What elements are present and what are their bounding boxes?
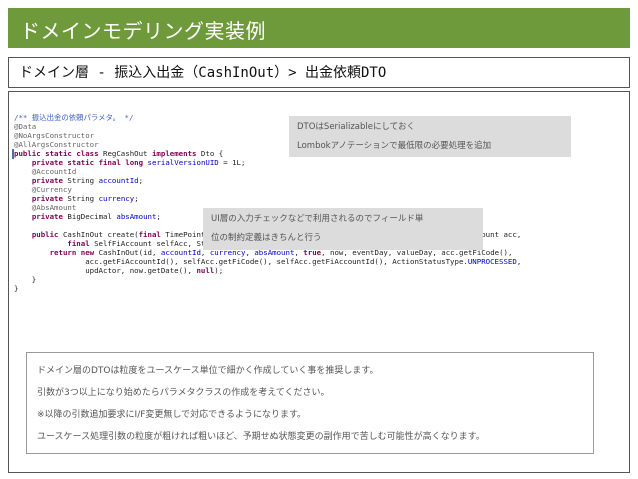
note-line: ※以降の引数追加要求にI/F変更無しで対応できるようになります。 [37,410,307,420]
code-line: @AllArgsConstructor [14,140,99,149]
title-bar: ドメインモデリング実装例 [8,8,630,48]
code-line: private String accountId; [31,176,144,185]
note-line: 引数が3つ以上になり始めたらパラメタクラスの作成を考えてください。 [37,388,330,398]
code-line: private String currency; [31,194,139,203]
code-line: updActor, now.getDate(), null); [14,266,224,275]
callout-serializable: DTOはSerializableにしておく Lombokアノテーションで最低限の… [289,116,571,157]
code-line: @NoArgsConstructor [14,131,95,140]
code-line: /** 振込出金の依頼パラメタ。 */ [14,113,134,122]
callout-text: 位の制約定義はきちんと行う [211,233,322,243]
code-line: } [14,284,19,293]
code-line: @Currency [14,185,72,194]
code-line: @AbsAmount [14,203,77,212]
callout-validation: UI層の入力チェックなどで利用されるのでフィールド単 位の制約定義はきちんと行う [203,208,483,250]
code-line: private BigDecimal absAmount; [31,212,161,221]
note-line: ユースケース処理引数の粒度が粗ければ粗いほど、予期せぬ状態変更の副作用で苦しむ可… [37,432,485,442]
note-line: ドメイン層のDTOは粒度をユースケース単位で細かく作成していく事を推奨します。 [37,366,379,376]
slide-title: ドメインモデリング実装例 [20,19,266,43]
code-line: @AccountId [14,167,77,176]
slide-subtitle: ドメイン層 - 振込入出金（CashInOut）> 出金依頼DTO [19,65,387,81]
callout-text: Lombokアノテーションで最低限の必要処理を追加 [297,141,492,151]
code-line: @Data [14,122,37,131]
code-line: } [14,275,37,284]
notes-box: ドメイン層のDTOは粒度をユースケース単位で細かく作成していく事を推奨します。 … [26,352,594,454]
code-line: private static final long serialVersionU… [31,158,246,167]
callout-text: UI層の入力チェックなどで利用されるのでフィールド単 [211,214,424,224]
code-line: acc.getFiAccountId(), selfAcc.getFiCode(… [14,257,522,266]
callout-text: DTOはSerializableにしておく [297,122,415,132]
code-line: public static class RegCashOut implement… [14,149,224,158]
slide: ドメインモデリング実装例 ドメイン層 - 振込入出金（CashInOut）> 出… [0,0,638,479]
subtitle-box: ドメイン層 - 振込入出金（CashInOut）> 出金依頼DTO [8,57,630,88]
